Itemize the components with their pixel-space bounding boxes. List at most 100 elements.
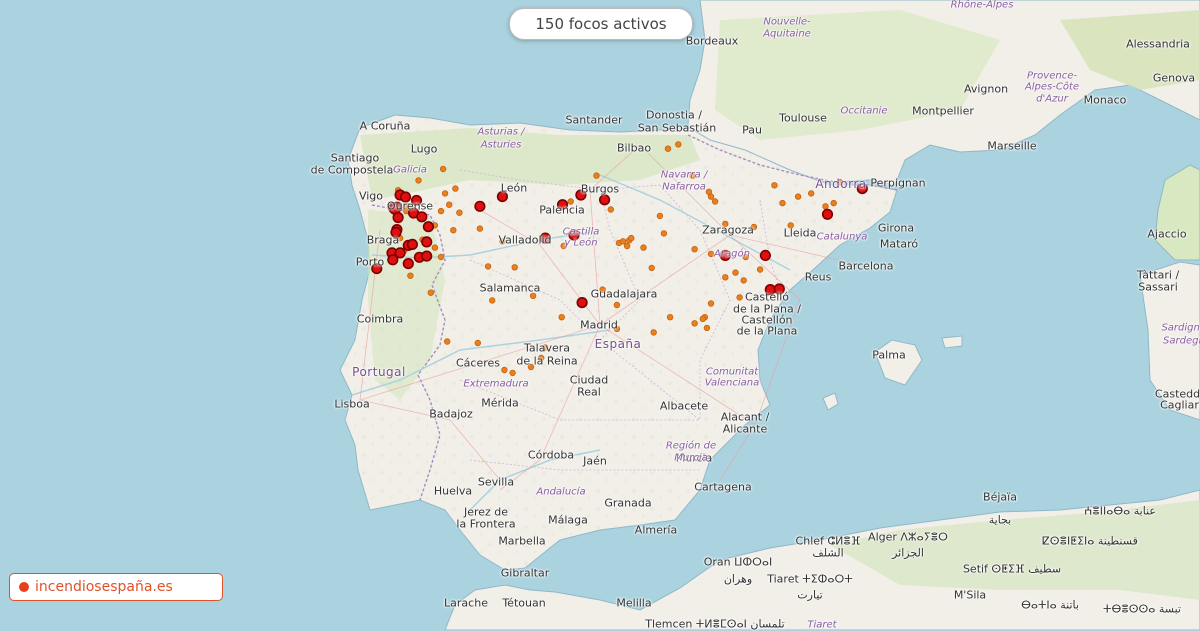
fire-marker-small[interactable]	[660, 230, 668, 237]
fire-marker-small[interactable]	[437, 253, 445, 261]
city-label-pau: Pau	[742, 123, 762, 137]
fire-marker-large[interactable]	[421, 250, 433, 262]
fire-marker-small[interactable]	[675, 141, 682, 148]
city-label-guadalajara: Guadalajara	[590, 287, 658, 301]
fire-marker-small[interactable]	[446, 201, 453, 208]
city-label-chlef_ar: الشلف	[812, 546, 844, 560]
fire-marker-small[interactable]	[450, 226, 457, 234]
fire-marker-small[interactable]	[732, 269, 739, 276]
region-label-aquitaine: Aquitaine	[763, 28, 811, 40]
fire-marker-small[interactable]	[703, 324, 711, 332]
fire-marker-small[interactable]	[427, 289, 434, 296]
city-label-ourense: Ourense	[386, 199, 434, 213]
city-label-bejaia_ar: بجاية	[988, 513, 1012, 527]
city-label-braga: Braga	[366, 233, 400, 247]
fire-marker-small[interactable]	[509, 369, 516, 377]
city-label-girona: Girona	[877, 221, 915, 235]
city-label-barcelona: Barcelona	[838, 259, 894, 273]
fire-marker-small[interactable]	[640, 244, 647, 251]
country-label-portugal: Portugal	[352, 365, 406, 379]
fire-marker-small[interactable]	[444, 338, 451, 345]
fire-marker-small[interactable]	[593, 172, 600, 179]
fire-marker-large[interactable]	[402, 258, 414, 270]
fire-marker-large[interactable]	[416, 211, 428, 223]
fire-marker-small[interactable]	[771, 182, 778, 189]
fire-marker-small[interactable]	[558, 314, 565, 321]
fire-marker-large[interactable]	[576, 297, 588, 309]
fire-marker-small[interactable]	[441, 190, 449, 197]
fire-marker-small[interactable]	[619, 238, 627, 245]
fire-marker-small[interactable]	[722, 274, 729, 281]
fire-marker-small[interactable]	[707, 193, 715, 200]
fire-marker-large[interactable]	[598, 194, 611, 206]
city-label-lleida: Lleida	[783, 226, 817, 240]
city-label-tiaret_ar: تيارت	[797, 588, 823, 602]
city-label-valladolid: Valladolid	[498, 233, 552, 247]
fire-marker-small[interactable]	[501, 366, 508, 374]
fire-marker-small[interactable]	[650, 329, 657, 336]
fire-marker-small[interactable]	[489, 297, 496, 304]
fire-marker-small[interactable]	[484, 263, 492, 270]
fire-marker-small[interactable]	[699, 315, 706, 322]
fire-marker-small[interactable]	[656, 212, 664, 220]
fire-marker-small[interactable]	[628, 234, 635, 242]
fire-marker-small[interactable]	[437, 207, 445, 215]
fire-marker-small[interactable]	[439, 165, 447, 173]
city-label-cartagena: Cartagena	[694, 480, 752, 494]
fire-marker-large[interactable]	[474, 200, 486, 212]
city-label-marseille: Marseille	[987, 139, 1037, 153]
city-label-msila: M'Sila	[953, 588, 987, 602]
city-label-donostia: Donostia /	[646, 108, 702, 122]
city-label-zaragoza: Zaragoza	[702, 223, 754, 237]
land-menorca	[941, 335, 963, 349]
fire-marker-large[interactable]	[759, 249, 772, 261]
fire-marker-large[interactable]	[821, 208, 834, 220]
fire-marker-large[interactable]	[392, 211, 404, 224]
fire-marker-large[interactable]	[387, 254, 399, 266]
fire-marker-small[interactable]	[623, 242, 631, 250]
fire-marker-small[interactable]	[736, 294, 743, 301]
fire-marker-large[interactable]	[421, 236, 433, 248]
fire-marker-small[interactable]	[707, 300, 715, 307]
fire-marker-small[interactable]	[711, 198, 719, 205]
fire-marker-small[interactable]	[779, 199, 786, 207]
region-label-sardegna2: Sardegna	[1163, 335, 1200, 347]
fire-marker-small[interactable]	[511, 264, 518, 271]
city-label-tlemcen: Tlemcen ⵜⵍⴻⵎⵙⴰⵏ تلمسان	[645, 617, 785, 631]
city-label-lisboa: Lisboa	[334, 397, 370, 411]
fire-marker-small[interactable]	[664, 145, 672, 152]
fire-marker-small[interactable]	[607, 206, 614, 213]
fire-marker-small[interactable]	[794, 193, 802, 200]
fire-marker-small[interactable]	[691, 320, 698, 327]
fire-marker-small[interactable]	[756, 266, 764, 273]
region-label-rhone: Rhône-Alpes	[950, 0, 1014, 11]
city-label-marbella: Marbella	[498, 534, 546, 548]
fire-marker-small[interactable]	[431, 244, 439, 251]
fire-marker-small[interactable]	[415, 177, 422, 184]
region-label-navarra2: Nafarroa	[662, 181, 706, 193]
fire-marker-small[interactable]	[666, 314, 674, 321]
site-credit-link[interactable]: incendiosespaña.es	[9, 573, 223, 601]
fire-marker-small[interactable]	[613, 301, 621, 309]
fire-marker-small[interactable]	[740, 277, 747, 284]
fire-marker-small[interactable]	[707, 250, 715, 258]
fire-marker-small[interactable]	[452, 185, 459, 192]
region-label-provence3: d'Azur	[1036, 93, 1068, 105]
fire-marker-small[interactable]	[648, 264, 655, 272]
map[interactable]	[0, 0, 1200, 630]
city-label-toulouse: Toulouse	[779, 111, 827, 125]
fire-marker-small[interactable]	[691, 245, 698, 253]
fire-marker-small[interactable]	[474, 339, 481, 347]
fire-marker-small[interactable]	[822, 203, 829, 210]
region-label-castilla1: Castilla	[562, 226, 600, 238]
fire-marker-large[interactable]	[422, 221, 435, 233]
fire-marker-small[interactable]	[407, 272, 414, 279]
city-label-montpellier: Montpellier	[912, 104, 974, 118]
fire-marker-small[interactable]	[456, 209, 463, 216]
fire-marker-large[interactable]	[406, 238, 419, 250]
city-label-reus: Reus	[804, 270, 832, 284]
fire-marker-small[interactable]	[808, 190, 815, 197]
fire-marker-small[interactable]	[830, 199, 837, 207]
city-label-sevilla: Sevilla	[477, 475, 515, 489]
fire-marker-small[interactable]	[476, 225, 484, 232]
